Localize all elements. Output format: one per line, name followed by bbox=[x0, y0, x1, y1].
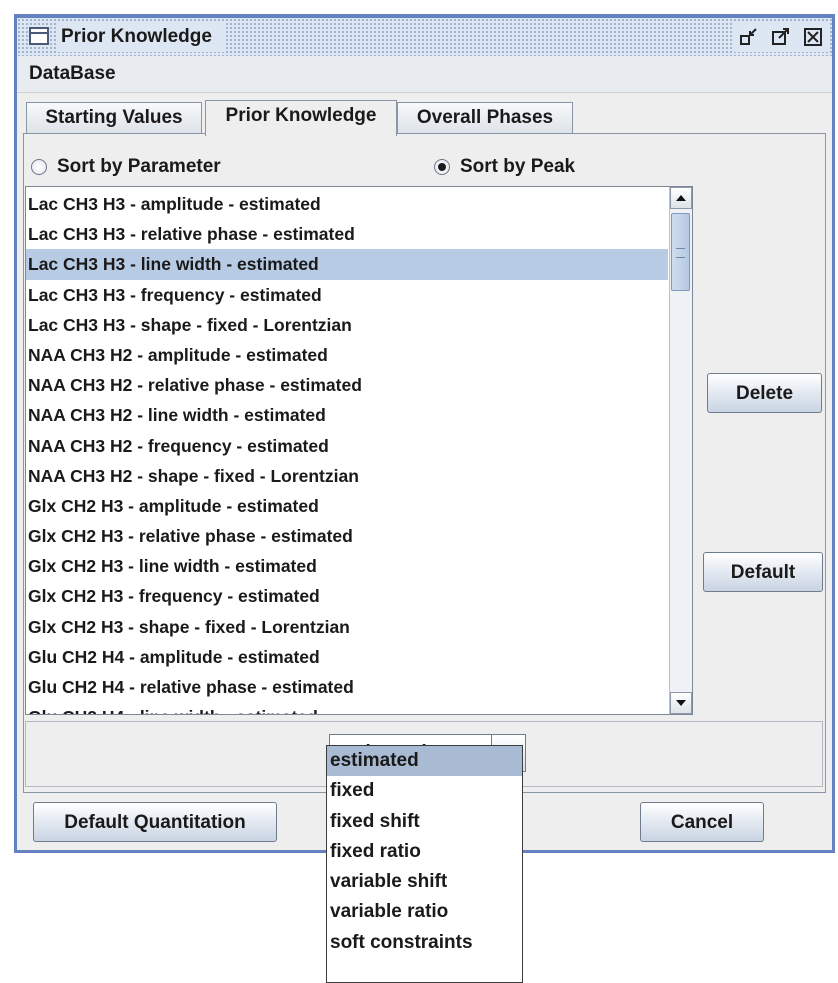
default-quantitation-button[interactable]: Default Quantitation bbox=[33, 802, 277, 842]
sort-by-peak-label: Sort by Peak bbox=[460, 156, 576, 177]
tab-starting-values[interactable]: Starting Values bbox=[26, 102, 202, 134]
sort-by-parameter-radio[interactable]: Sort by Parameter bbox=[31, 154, 221, 180]
list-item[interactable]: NAA CH3 H2 - amplitude - estimated bbox=[26, 340, 668, 370]
list-item[interactable]: Glx CH2 H3 - line width - estimated bbox=[26, 551, 668, 581]
list-item[interactable]: Glx CH2 H3 - relative phase - estimated bbox=[26, 521, 668, 551]
radio-checked-icon bbox=[434, 159, 450, 175]
scroll-down-button[interactable] bbox=[670, 692, 692, 714]
sort-by-peak-radio[interactable]: Sort by Peak bbox=[434, 154, 575, 180]
list-item[interactable]: Lac CH3 H3 - relative phase - estimated bbox=[26, 219, 668, 249]
delete-button[interactable]: Delete bbox=[707, 373, 822, 413]
window-controls bbox=[732, 22, 830, 52]
tab-overall-phases[interactable]: Overall Phases bbox=[397, 102, 573, 134]
title-bar[interactable]: Prior Knowledge bbox=[17, 18, 832, 56]
list-item[interactable]: Glu CH2 H4 - amplitude - estimated bbox=[26, 642, 668, 672]
sort-by-parameter-label: Sort by Parameter bbox=[57, 156, 221, 177]
dropdown-option[interactable]: soft constraints bbox=[327, 928, 522, 958]
list-item[interactable]: Lac CH3 H3 - line width - estimated bbox=[26, 249, 668, 280]
list-item[interactable]: Lac CH3 H3 - shape - fixed - Lorentzian bbox=[26, 310, 668, 340]
close-icon[interactable] bbox=[800, 24, 826, 50]
default-button[interactable]: Default bbox=[703, 552, 823, 592]
dropdown-option[interactable]: fixed shift bbox=[327, 807, 522, 837]
cancel-button[interactable]: Cancel bbox=[640, 802, 764, 842]
list-item[interactable]: Glx CH2 H3 - frequency - estimated bbox=[26, 581, 668, 611]
dropdown-option[interactable]: fixed bbox=[327, 776, 522, 806]
window-title: Prior Knowledge bbox=[57, 22, 224, 52]
list-item[interactable]: NAA CH3 H2 - line width - estimated bbox=[26, 400, 668, 430]
list-item[interactable]: NAA CH3 H2 - frequency - estimated bbox=[26, 431, 668, 461]
list-item[interactable]: Glu CH2 H4 - relative phase - estimated bbox=[26, 672, 668, 702]
dropdown-option[interactable]: fixed ratio bbox=[327, 837, 522, 867]
menu-bar: DataBase bbox=[17, 56, 832, 93]
radio-unchecked-icon bbox=[31, 159, 47, 175]
maximize-icon[interactable] bbox=[768, 24, 794, 50]
window-icon bbox=[29, 27, 49, 45]
dropdown-option[interactable]: variable ratio bbox=[327, 897, 522, 927]
parameter-list-items: Lac CH3 H3 - amplitude - estimated Lac CH… bbox=[26, 189, 668, 714]
list-item[interactable]: NAA CH3 H2 - relative phase - estimated bbox=[26, 370, 668, 400]
tab-prior-knowledge[interactable]: Prior Knowledge bbox=[205, 100, 397, 136]
scroll-up-button[interactable] bbox=[670, 187, 692, 209]
list-item[interactable]: Lac CH3 H3 - amplitude - estimated bbox=[26, 189, 668, 219]
vertical-scrollbar[interactable] bbox=[669, 187, 692, 714]
list-item[interactable]: Glx CH2 H3 - amplitude - estimated bbox=[26, 491, 668, 521]
dropdown-option[interactable]: variable shift bbox=[327, 867, 522, 897]
dropdown-option[interactable]: estimated bbox=[327, 746, 522, 777]
list-item[interactable]: Glx CH2 H3 - shape - fixed - Lorentzian bbox=[26, 612, 668, 642]
minimize-icon[interactable] bbox=[736, 24, 762, 50]
constraint-dropdown-list: estimated fixed fixed shift fixed ratio vari… bbox=[326, 745, 523, 983]
list-item[interactable]: Glu CH2 H4 - line width - estimated bbox=[26, 702, 668, 714]
scroll-thumb[interactable] bbox=[671, 213, 690, 291]
parameter-list[interactable]: Lac CH3 H3 - amplitude - estimated Lac CH… bbox=[25, 186, 693, 715]
list-item[interactable]: Lac CH3 H3 - frequency - estimated bbox=[26, 280, 668, 310]
menu-database[interactable]: DataBase bbox=[29, 63, 116, 85]
prior-knowledge-window: Prior Knowledge DataBase Starting Values… bbox=[14, 14, 835, 853]
list-item[interactable]: NAA CH3 H2 - shape - fixed - Lorentzian bbox=[26, 461, 668, 491]
